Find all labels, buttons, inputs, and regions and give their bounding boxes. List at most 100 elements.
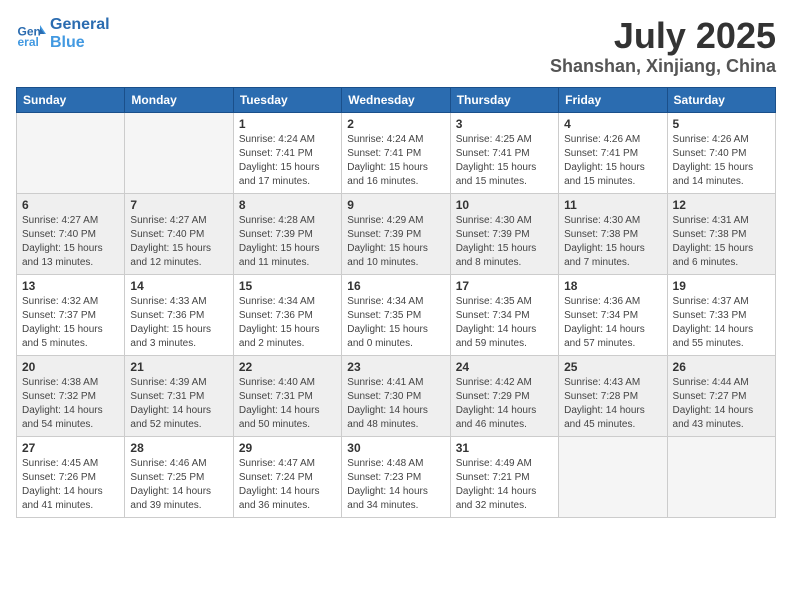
logo: Gen eral General Blue (16, 16, 110, 51)
calendar-cell: 1 Sunrise: 4:24 AM Sunset: 7:41 PM Daylig… (233, 112, 341, 193)
day-number: 27 (22, 441, 119, 455)
calendar-week-row: 13Sunrise: 4:32 AM Sunset: 7:37 PM Dayli… (17, 274, 776, 355)
calendar-cell: 13Sunrise: 4:32 AM Sunset: 7:37 PM Dayli… (17, 274, 125, 355)
calendar-cell: 10Sunrise: 4:30 AM Sunset: 7:39 PM Dayli… (450, 193, 558, 274)
calendar-week-row: 20 Sunrise: 4:38 AM Sunset: 7:32 PM Dayli… (17, 355, 776, 436)
day-number: 1 (239, 117, 336, 131)
day-number: 16 (347, 279, 444, 293)
calendar-table: SundayMondayTuesdayWednesdayThursdayFrid… (16, 87, 776, 518)
day-info: Sunrise: 4:43 AM Sunset: 7:28 PM Dayligh… (564, 376, 661, 432)
day-info: Sunrise: 4:24 AM Sunset: 7:41 PM Dayligh… (239, 133, 336, 189)
day-number: 31 (456, 441, 553, 455)
calendar-cell: 14 Sunrise: 4:33 AM Sunset: 7:36 PM Dayli… (125, 274, 233, 355)
col-header-wednesday: Wednesday (342, 87, 450, 112)
col-header-sunday: Sunday (17, 87, 125, 112)
calendar-cell: 6Sunrise: 4:27 AM Sunset: 7:40 PM Daylig… (17, 193, 125, 274)
day-number: 3 (456, 117, 553, 131)
col-header-tuesday: Tuesday (233, 87, 341, 112)
day-info: Sunrise: 4:49 AM Sunset: 7:21 PM Dayligh… (456, 457, 553, 513)
calendar-cell: 11 Sunrise: 4:30 AM Sunset: 7:38 PM Dayli… (559, 193, 667, 274)
day-info: Sunrise: 4:24 AM Sunset: 7:41 PM Dayligh… (347, 133, 444, 189)
day-info: Sunrise: 4:26 AM Sunset: 7:40 PM Dayligh… (673, 133, 770, 189)
page-header: Gen eral General Blue July 2025 Shanshan… (16, 16, 776, 77)
day-number: 4 (564, 117, 661, 131)
logo-line1: General (50, 16, 110, 34)
day-info: Sunrise: 4:40 AM Sunset: 7:31 PM Dayligh… (239, 376, 336, 432)
calendar-cell: 27 Sunrise: 4:45 AM Sunset: 7:26 PM Dayli… (17, 436, 125, 517)
day-info: Sunrise: 4:27 AM Sunset: 7:40 PM Dayligh… (22, 214, 119, 270)
day-number: 18 (564, 279, 661, 293)
day-info: Sunrise: 4:26 AM Sunset: 7:41 PM Dayligh… (564, 133, 661, 189)
day-number: 8 (239, 198, 336, 212)
day-info: Sunrise: 4:34 AM Sunset: 7:36 PM Dayligh… (239, 295, 336, 351)
day-info: Sunrise: 4:25 AM Sunset: 7:41 PM Dayligh… (456, 133, 553, 189)
calendar-cell: 24 Sunrise: 4:42 AM Sunset: 7:29 PM Dayli… (450, 355, 558, 436)
location-title: Shanshan, Xinjiang, China (550, 56, 776, 77)
calendar-cell: 12 Sunrise: 4:31 AM Sunset: 7:38 PM Dayli… (667, 193, 775, 274)
calendar-cell: 15 Sunrise: 4:34 AM Sunset: 7:36 PM Dayli… (233, 274, 341, 355)
day-number: 22 (239, 360, 336, 374)
logo-icon: Gen eral (16, 19, 46, 49)
day-info: Sunrise: 4:47 AM Sunset: 7:24 PM Dayligh… (239, 457, 336, 513)
calendar-cell: 3 Sunrise: 4:25 AM Sunset: 7:41 PM Daylig… (450, 112, 558, 193)
day-info: Sunrise: 4:48 AM Sunset: 7:23 PM Dayligh… (347, 457, 444, 513)
day-number: 11 (564, 198, 661, 212)
day-info: Sunrise: 4:35 AM Sunset: 7:34 PM Dayligh… (456, 295, 553, 351)
day-info: Sunrise: 4:30 AM Sunset: 7:38 PM Dayligh… (564, 214, 661, 270)
day-number: 17 (456, 279, 553, 293)
calendar-cell: 22 Sunrise: 4:40 AM Sunset: 7:31 PM Dayli… (233, 355, 341, 436)
day-info: Sunrise: 4:39 AM Sunset: 7:31 PM Dayligh… (130, 376, 227, 432)
day-number: 5 (673, 117, 770, 131)
col-header-thursday: Thursday (450, 87, 558, 112)
logo-line2: Blue (50, 34, 110, 52)
calendar-cell: 9Sunrise: 4:29 AM Sunset: 7:39 PM Daylig… (342, 193, 450, 274)
day-info: Sunrise: 4:28 AM Sunset: 7:39 PM Dayligh… (239, 214, 336, 270)
day-info: Sunrise: 4:33 AM Sunset: 7:36 PM Dayligh… (130, 295, 227, 351)
day-number: 12 (673, 198, 770, 212)
calendar-cell: 17 Sunrise: 4:35 AM Sunset: 7:34 PM Dayli… (450, 274, 558, 355)
day-number: 2 (347, 117, 444, 131)
day-number: 14 (130, 279, 227, 293)
calendar-cell: 7Sunrise: 4:27 AM Sunset: 7:40 PM Daylig… (125, 193, 233, 274)
day-info: Sunrise: 4:37 AM Sunset: 7:33 PM Dayligh… (673, 295, 770, 351)
day-number: 13 (22, 279, 119, 293)
calendar-cell: 28 Sunrise: 4:46 AM Sunset: 7:25 PM Dayli… (125, 436, 233, 517)
calendar-cell: 2 Sunrise: 4:24 AM Sunset: 7:41 PM Daylig… (342, 112, 450, 193)
title-block: July 2025 Shanshan, Xinjiang, China (550, 16, 776, 77)
day-number: 29 (239, 441, 336, 455)
calendar-cell: 8 Sunrise: 4:28 AM Sunset: 7:39 PM Daylig… (233, 193, 341, 274)
day-number: 30 (347, 441, 444, 455)
day-number: 25 (564, 360, 661, 374)
calendar-cell: 23Sunrise: 4:41 AM Sunset: 7:30 PM Dayli… (342, 355, 450, 436)
calendar-cell (17, 112, 125, 193)
calendar-week-row: 6Sunrise: 4:27 AM Sunset: 7:40 PM Daylig… (17, 193, 776, 274)
month-title: July 2025 (550, 16, 776, 56)
calendar-week-row: 1 Sunrise: 4:24 AM Sunset: 7:41 PM Daylig… (17, 112, 776, 193)
svg-text:eral: eral (18, 35, 39, 49)
day-info: Sunrise: 4:31 AM Sunset: 7:38 PM Dayligh… (673, 214, 770, 270)
day-info: Sunrise: 4:42 AM Sunset: 7:29 PM Dayligh… (456, 376, 553, 432)
day-number: 15 (239, 279, 336, 293)
calendar-cell: 25 Sunrise: 4:43 AM Sunset: 7:28 PM Dayli… (559, 355, 667, 436)
calendar-cell: 21 Sunrise: 4:39 AM Sunset: 7:31 PM Dayli… (125, 355, 233, 436)
calendar-cell: 26Sunrise: 4:44 AM Sunset: 7:27 PM Dayli… (667, 355, 775, 436)
day-info: Sunrise: 4:34 AM Sunset: 7:35 PM Dayligh… (347, 295, 444, 351)
calendar-cell: 18Sunrise: 4:36 AM Sunset: 7:34 PM Dayli… (559, 274, 667, 355)
calendar-cell: 31 Sunrise: 4:49 AM Sunset: 7:21 PM Dayli… (450, 436, 558, 517)
calendar-cell: 16 Sunrise: 4:34 AM Sunset: 7:35 PM Dayli… (342, 274, 450, 355)
day-number: 21 (130, 360, 227, 374)
day-info: Sunrise: 4:46 AM Sunset: 7:25 PM Dayligh… (130, 457, 227, 513)
calendar-cell (667, 436, 775, 517)
day-number: 24 (456, 360, 553, 374)
day-info: Sunrise: 4:38 AM Sunset: 7:32 PM Dayligh… (22, 376, 119, 432)
day-number: 20 (22, 360, 119, 374)
day-info: Sunrise: 4:45 AM Sunset: 7:26 PM Dayligh… (22, 457, 119, 513)
calendar-cell (125, 112, 233, 193)
day-number: 23 (347, 360, 444, 374)
calendar-cell: 19Sunrise: 4:37 AM Sunset: 7:33 PM Dayli… (667, 274, 775, 355)
calendar-cell: 5 Sunrise: 4:26 AM Sunset: 7:40 PM Daylig… (667, 112, 775, 193)
day-info: Sunrise: 4:27 AM Sunset: 7:40 PM Dayligh… (130, 214, 227, 270)
day-info: Sunrise: 4:29 AM Sunset: 7:39 PM Dayligh… (347, 214, 444, 270)
day-number: 28 (130, 441, 227, 455)
calendar-header-row: SundayMondayTuesdayWednesdayThursdayFrid… (17, 87, 776, 112)
